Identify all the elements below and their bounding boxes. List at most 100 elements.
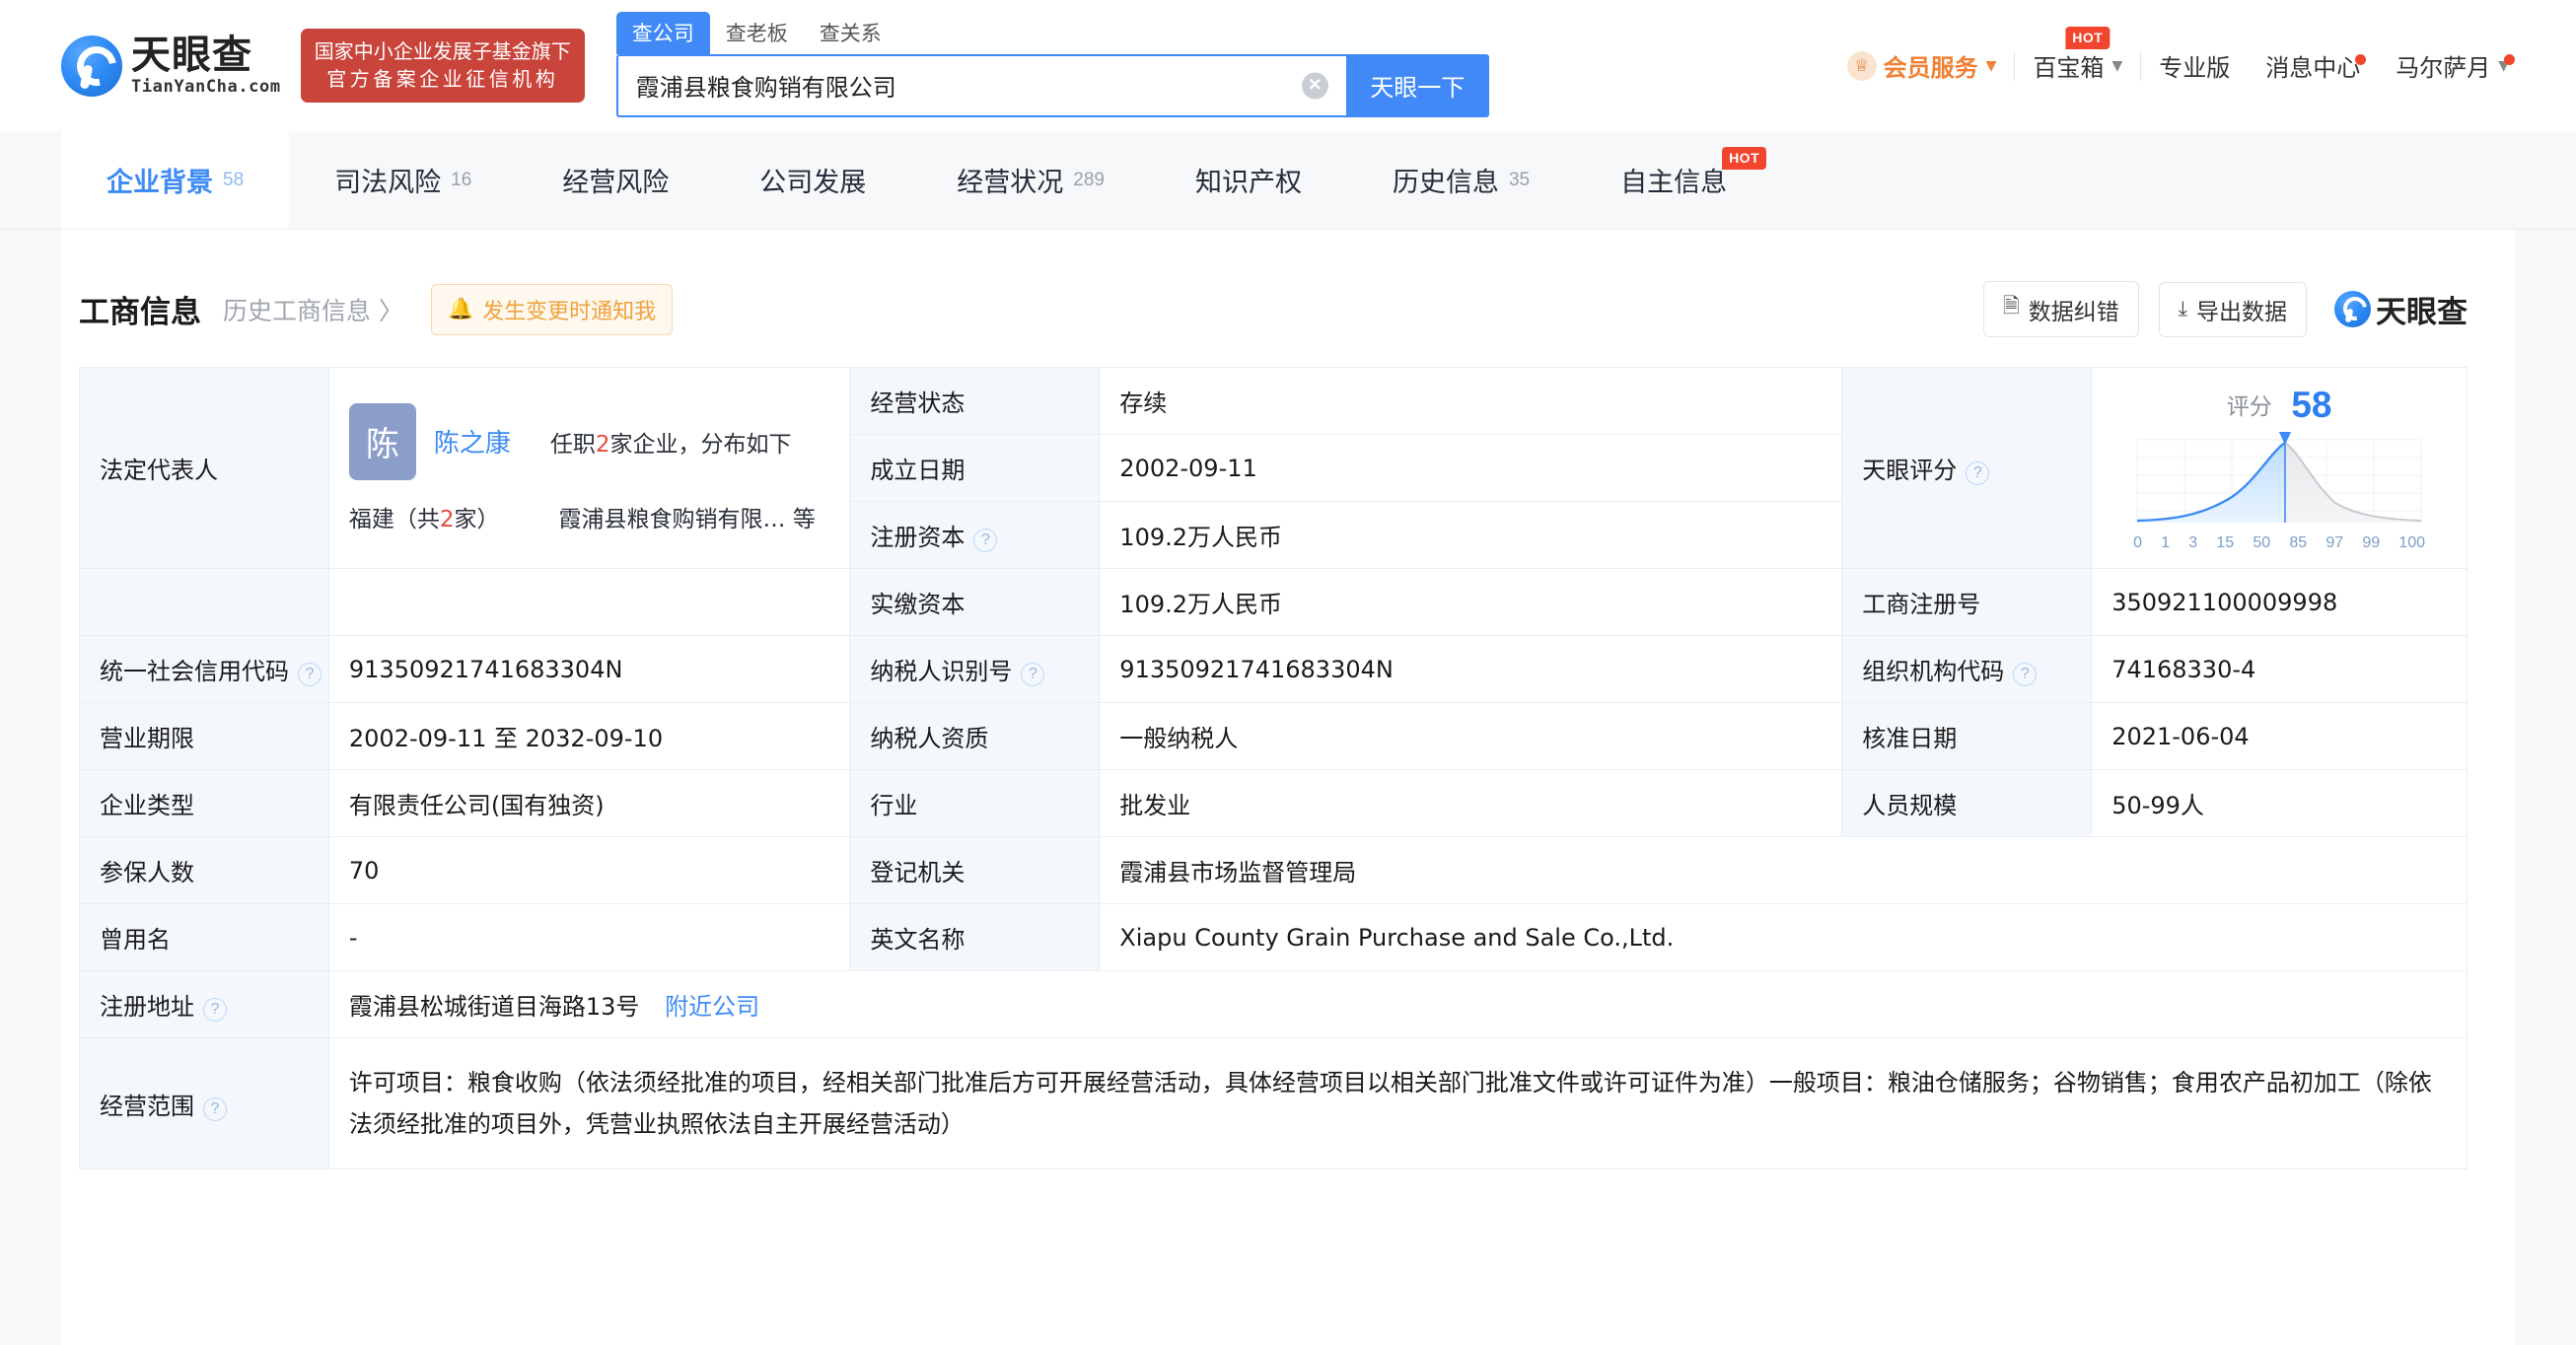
table-row: 注册地址? 霞浦县松城街道目海路13号 附近公司 xyxy=(79,970,2469,1038)
province-count: 2 xyxy=(439,506,455,532)
help-icon[interactable]: ? xyxy=(203,1097,227,1121)
nav-message-center[interactable]: 消息中心 xyxy=(2248,48,2378,83)
help-icon[interactable]: ? xyxy=(203,998,227,1022)
chart-tick: 97 xyxy=(2326,533,2344,551)
legal-rep-position-summary: 任职2家企业，分布如下 xyxy=(550,425,792,459)
chart-tick: 1 xyxy=(2161,533,2171,551)
cell-label-former-name: 曾用名 xyxy=(79,903,329,971)
legal-rep-company-list: 霞浦县粮食购销有限… 等 xyxy=(558,506,816,532)
data-correction-button[interactable]: 🗎 数据纠错 xyxy=(1982,281,2139,337)
cell-label-taxpayer-qualification: 纳税人资质 xyxy=(849,702,1101,770)
nav-pro-version-label: 专业版 xyxy=(2159,54,2231,82)
help-icon[interactable]: ? xyxy=(973,529,998,552)
search-tabs: 查公司 查老板 查关系 xyxy=(615,11,1489,54)
cell-label-insured-count: 参保人数 xyxy=(79,836,329,904)
cell-value-paidin-capital: 109.2万人民币 xyxy=(1099,568,1843,636)
nav-toolbox-label: 百宝箱 xyxy=(2033,54,2105,82)
help-icon[interactable]: ? xyxy=(2013,663,2038,686)
cell-value-org-code: 74168330-4 xyxy=(2091,635,2468,703)
tab-label: 公司发展 xyxy=(759,168,867,198)
business-info-table: 法定代表人 陈 陈之康 任职2家企业，分布如下 福建（共2家） 霞浦县粮食购销有… xyxy=(79,367,2469,1169)
cell-label-credit-code: 统一社会信用代码? xyxy=(79,635,329,703)
nav-user-account-label: 马尔萨月 xyxy=(2396,54,2491,82)
export-data-button[interactable]: ⤓ 导出数据 xyxy=(2158,281,2307,337)
avatar: 陈 xyxy=(348,402,416,480)
search-submit-button[interactable]: 天眼一下 xyxy=(1345,53,1489,117)
notification-dot-icon xyxy=(2355,54,2367,65)
tab-label: 司法风险 xyxy=(334,168,442,198)
nearby-companies-link[interactable]: 附近公司 xyxy=(665,993,759,1021)
cell-label-registered-address: 注册地址? xyxy=(79,970,329,1038)
nav-toolbox[interactable]: HOT 百宝箱 ▼ xyxy=(2015,27,2140,83)
table-row: 经营范围? 许可项目：粮食收购（依法须经批准的项目，经相关部门批准后方可开展经营… xyxy=(79,1037,2469,1169)
tab-intellectual-property[interactable]: 知识产权 xyxy=(1150,131,1347,229)
cell-value-former-name: - xyxy=(327,903,851,971)
help-icon[interactable]: ? xyxy=(1966,461,1990,485)
province-prefix: 福建（共 xyxy=(348,506,440,532)
legal-rep-company-count: 2 xyxy=(595,431,610,458)
tab-judicial-risk[interactable]: 司法风险 16 xyxy=(289,131,517,229)
table-row: 统一社会信用代码? 91350921741683304N 纳税人识别号? 913… xyxy=(79,635,2468,703)
tab-history-info[interactable]: 历史信息 35 xyxy=(1347,131,1575,229)
search-input[interactable] xyxy=(617,71,1346,100)
nav-pro-version[interactable]: 专业版 xyxy=(2141,48,2248,83)
close-circle-icon[interactable]: ✕ xyxy=(1301,72,1328,99)
cell-value-paidin-capital-left xyxy=(327,568,851,636)
cell-value-tyc-score: 评分 58 0 1 3 15 50 85 97 99 100 xyxy=(2091,367,2468,569)
legal-rep-province: 福建（共2家） xyxy=(349,500,500,533)
cell-value-business-term: 2002-09-11 至 2032-09-10 xyxy=(327,702,851,770)
section-header: 工商信息 历史工商信息 〉 🔔 发生变更时通知我 🗎 数据纠错 ⤓ 导出数据 天… xyxy=(61,230,2515,367)
cell-label-org-code: 组织机构代码? xyxy=(1841,635,2093,703)
nav-user-account[interactable]: 马尔萨月 ▼ xyxy=(2378,48,2527,83)
bell-icon: 🔔 xyxy=(447,297,474,320)
cell-label-staff-size: 人员规模 xyxy=(1841,769,2093,837)
brand-text: 天眼查 TianYanCha.com xyxy=(131,35,281,96)
search-bar: ✕ 天眼一下 xyxy=(615,53,1489,117)
search-tab-boss[interactable]: 查老板 xyxy=(710,12,804,54)
legal-rep-distribution: 福建（共2家） 霞浦县粮食购销有限… 等 xyxy=(349,500,830,533)
tab-company-development[interactable]: 公司发展 xyxy=(714,131,911,229)
nav-member-service[interactable]: ♕ 会员服务 ▼ xyxy=(1829,48,2015,83)
gov-filing-badge: 国家中小企业发展子基金旗下 官方备案企业征信机构 xyxy=(300,28,585,104)
tab-label: 经营风险 xyxy=(562,168,670,198)
cell-value-staff-size: 50-99人 xyxy=(2091,769,2468,837)
tab-label: 自主信息 xyxy=(1620,168,1728,198)
tab-label: 企业背景 xyxy=(107,168,213,198)
taxpayer-id-label: 纳税人识别号 xyxy=(870,658,1013,685)
nav-message-center-label: 消息中心 xyxy=(2265,54,2361,82)
tab-company-background[interactable]: 企业背景 58 xyxy=(61,131,290,229)
chart-tick: 50 xyxy=(2253,533,2271,551)
crown-icon: ♕ xyxy=(1846,50,1877,81)
search-tab-company[interactable]: 查公司 xyxy=(615,11,710,54)
notify-on-change-button[interactable]: 🔔 发生变更时通知我 xyxy=(430,283,674,335)
page-root: 天眼查 TianYanCha.com 国家中小企业发展子基金旗下 官方备案企业征… xyxy=(0,0,2576,1345)
cell-label-legal-rep: 法定代表人 xyxy=(79,367,329,569)
table-row: 实缴资本 109.2万人民币 工商注册号 350921100009998 xyxy=(79,568,2468,636)
cell-label-approval-date: 核准日期 xyxy=(1841,702,2093,770)
data-correction-label: 数据纠错 xyxy=(2028,299,2119,325)
legal-rep-name-link[interactable]: 陈之康 xyxy=(434,423,511,460)
download-icon: ⤓ xyxy=(2178,297,2187,320)
help-icon[interactable]: ? xyxy=(1021,663,1045,686)
tab-count: 16 xyxy=(451,169,472,190)
search-tab-relation[interactable]: 查关系 xyxy=(804,12,897,54)
brand-name-cn: 天眼查 xyxy=(131,33,252,78)
tab-self-reported-info[interactable]: HOT 自主信息 xyxy=(1575,131,1772,229)
nav-member-service-label: 会员服务 xyxy=(1883,54,1978,82)
help-icon[interactable]: ? xyxy=(298,663,322,686)
chevron-down-icon: ▼ xyxy=(1985,57,1997,74)
hot-badge: HOT xyxy=(2065,27,2111,49)
brand-logo[interactable]: 天眼查 TianYanCha.com xyxy=(61,35,281,97)
tab-operation-risk[interactable]: 经营风险 xyxy=(517,131,714,229)
search-block: 查公司 查老板 查关系 ✕ 天眼一下 xyxy=(615,11,1489,117)
cell-value-insured-count: 70 xyxy=(327,836,851,904)
cell-label-business-reg-no: 工商注册号 xyxy=(1841,568,2093,636)
score-caption: 评分 xyxy=(2226,393,2272,420)
cell-label-establish-date: 成立日期 xyxy=(849,434,1101,502)
cell-value-taxpayer-id: 91350921741683304N xyxy=(1099,635,1843,703)
cell-value-taxpayer-qualification: 一般纳税人 xyxy=(1099,702,1843,770)
page-title: 工商信息 xyxy=(79,295,201,330)
tab-operation-status[interactable]: 经营状况 289 xyxy=(911,131,1150,229)
watermark-logo: 天眼查 xyxy=(2334,287,2468,331)
history-business-info-link[interactable]: 历史工商信息 〉 xyxy=(223,292,403,327)
